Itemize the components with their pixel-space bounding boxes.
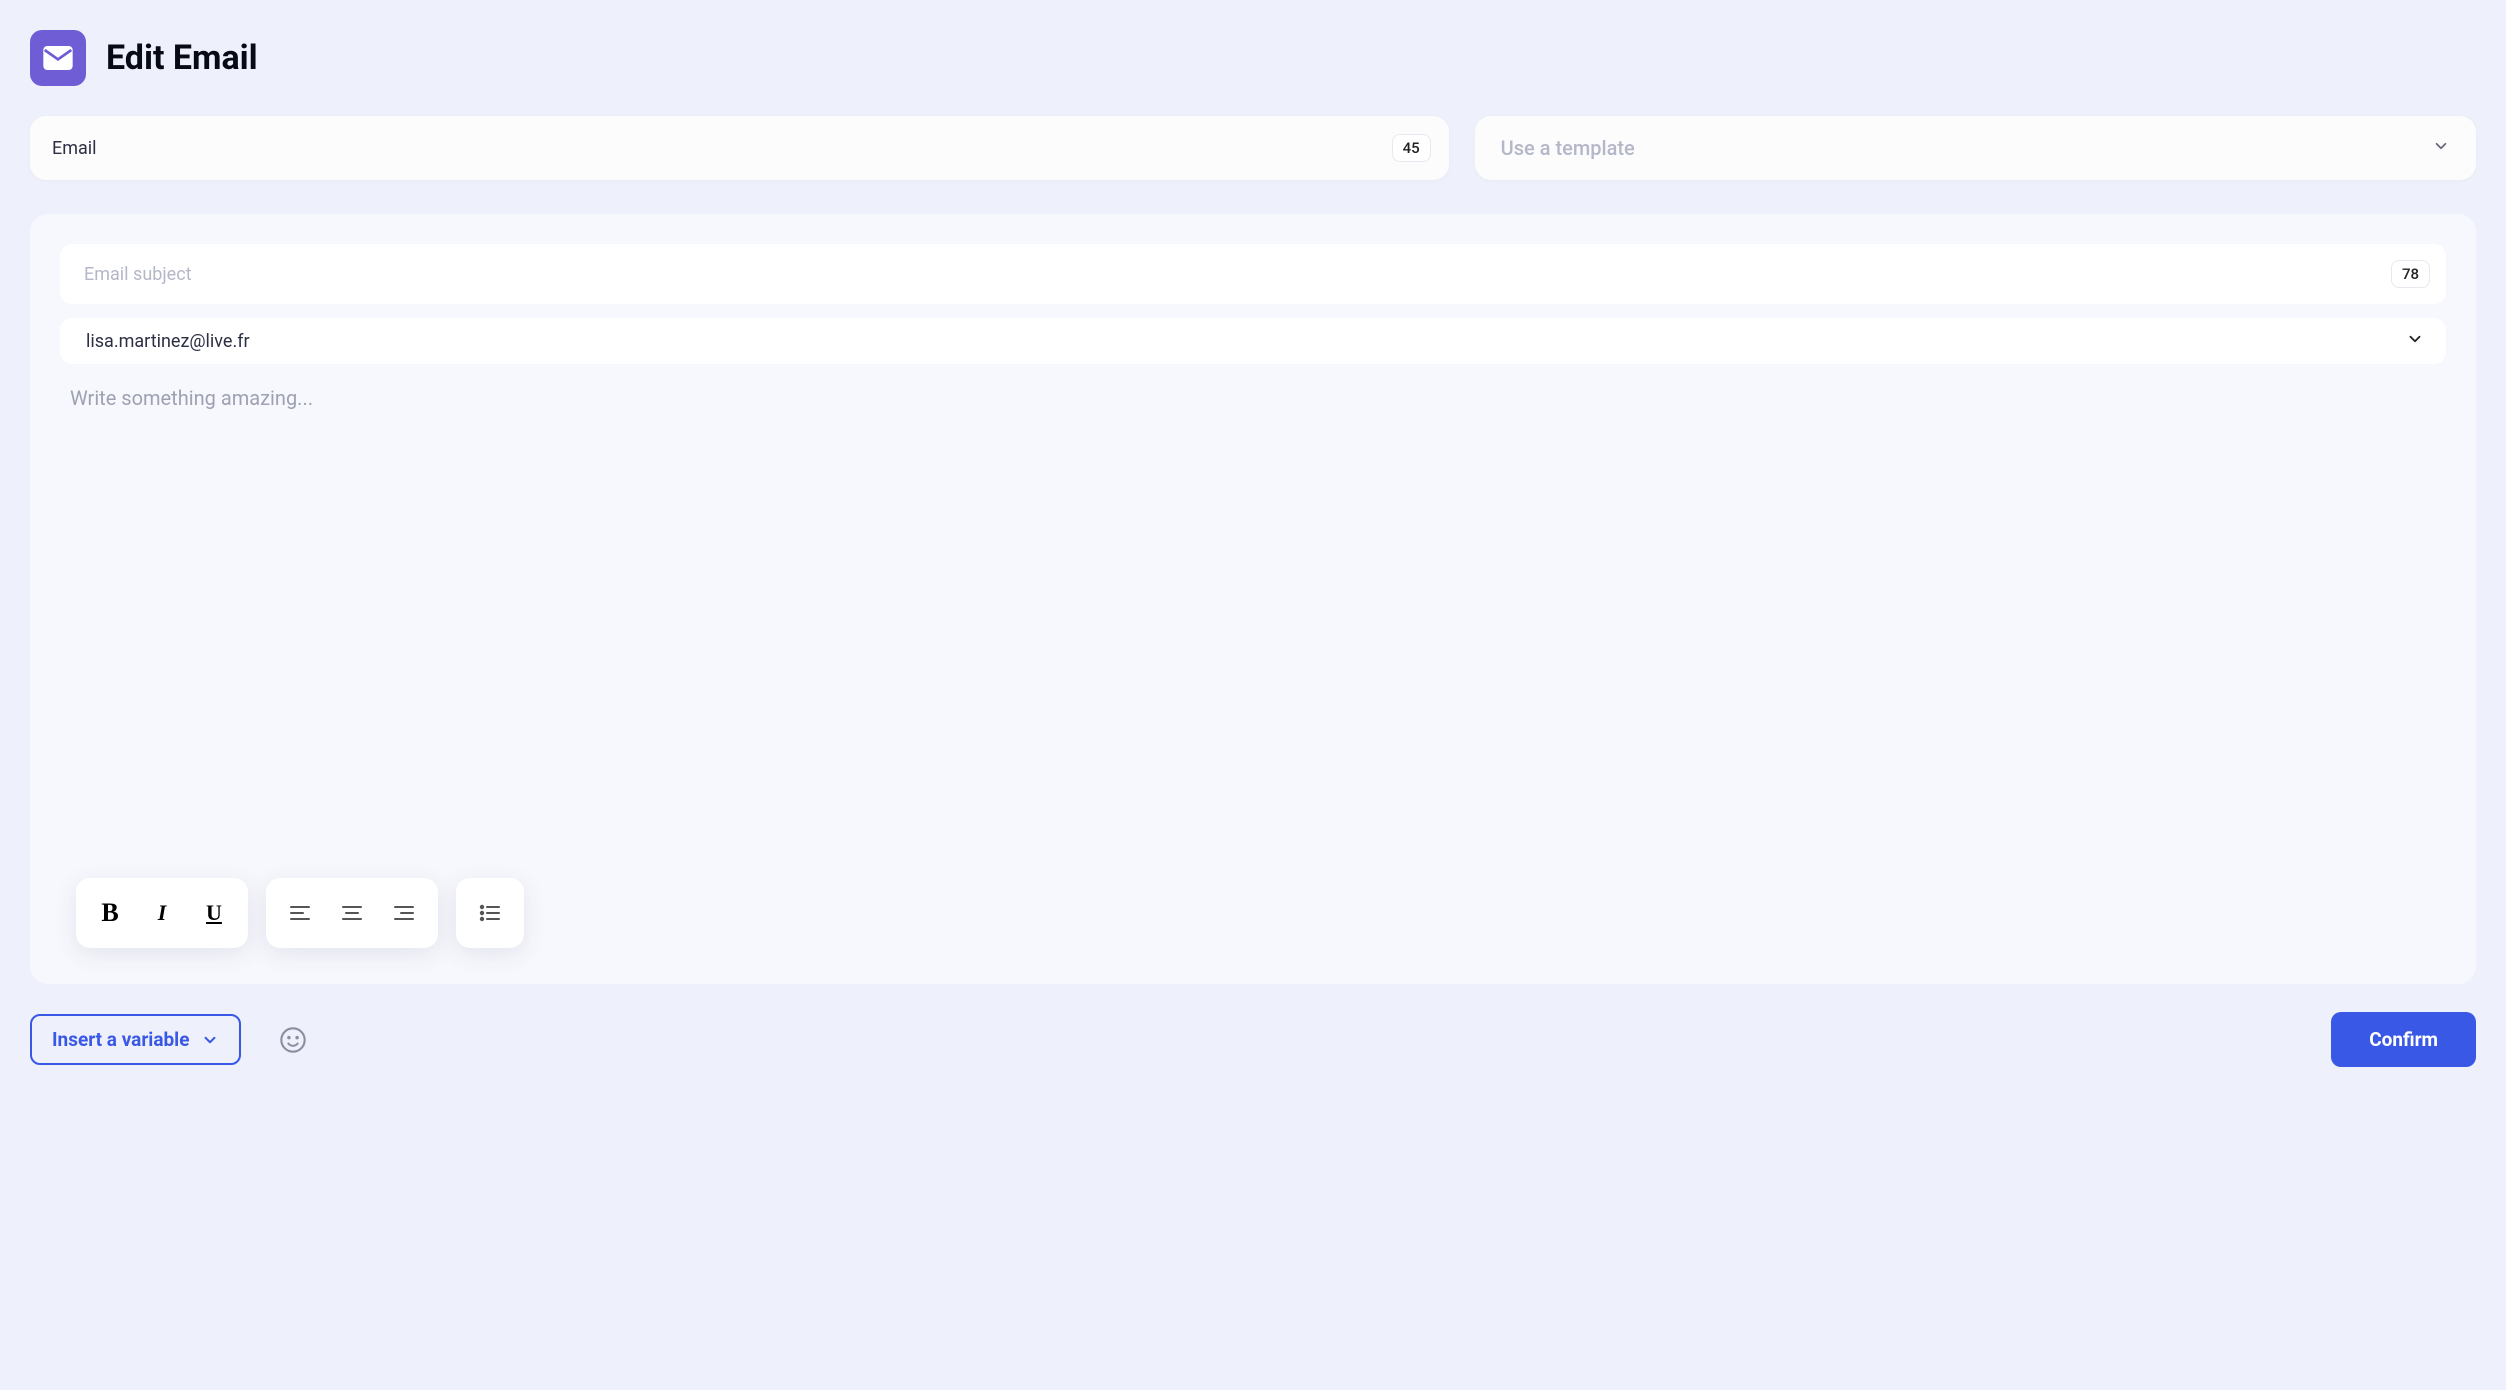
bullet-list-icon xyxy=(478,901,502,925)
editor-panel: 78 lisa.martinez@live.fr B I U xyxy=(30,214,2476,984)
align-center-icon xyxy=(340,901,364,925)
email-info-label: Email xyxy=(52,138,97,159)
align-left-button[interactable] xyxy=(274,888,326,938)
insert-variable-button[interactable]: Insert a variable xyxy=(30,1014,241,1065)
chevron-down-icon xyxy=(201,1031,219,1049)
footer: Insert a variable Confirm xyxy=(30,1012,2476,1067)
subject-row: 78 xyxy=(60,244,2446,304)
template-select-label: Use a template xyxy=(1501,136,1635,160)
bold-icon: B xyxy=(101,898,118,928)
emoji-button[interactable] xyxy=(279,1026,307,1054)
align-right-icon xyxy=(392,901,416,925)
insert-variable-label: Insert a variable xyxy=(52,1028,189,1051)
top-row: Email 45 Use a template xyxy=(30,116,2476,180)
email-icon xyxy=(30,30,86,86)
italic-icon: I xyxy=(158,900,167,926)
subject-count-badge: 78 xyxy=(2391,260,2430,288)
chevron-down-icon xyxy=(2432,137,2450,159)
bullet-list-button[interactable] xyxy=(464,888,516,938)
editor-toolbar: B I U xyxy=(76,878,524,948)
align-right-button[interactable] xyxy=(378,888,430,938)
subject-input[interactable] xyxy=(84,264,2391,285)
align-left-icon xyxy=(288,901,312,925)
smiley-icon xyxy=(279,1026,307,1054)
italic-button[interactable]: I xyxy=(136,888,188,938)
sender-value: lisa.martinez@live.fr xyxy=(86,331,250,352)
body-input[interactable] xyxy=(60,386,2446,954)
underline-icon: U xyxy=(206,900,222,926)
text-style-group: B I U xyxy=(76,878,248,948)
chevron-down-icon xyxy=(2406,330,2424,352)
underline-button[interactable]: U xyxy=(188,888,240,938)
bold-button[interactable]: B xyxy=(84,888,136,938)
confirm-button[interactable]: Confirm xyxy=(2331,1012,2476,1067)
email-count-badge: 45 xyxy=(1392,134,1431,162)
template-select[interactable]: Use a template xyxy=(1475,116,2476,180)
sender-select[interactable]: lisa.martinez@live.fr xyxy=(60,318,2446,364)
align-group xyxy=(266,878,438,948)
page-title: Edit Email xyxy=(106,38,258,78)
align-center-button[interactable] xyxy=(326,888,378,938)
email-info-card: Email 45 xyxy=(30,116,1449,180)
footer-left: Insert a variable xyxy=(30,1014,307,1065)
list-group xyxy=(456,878,524,948)
page-header: Edit Email xyxy=(30,30,2476,86)
